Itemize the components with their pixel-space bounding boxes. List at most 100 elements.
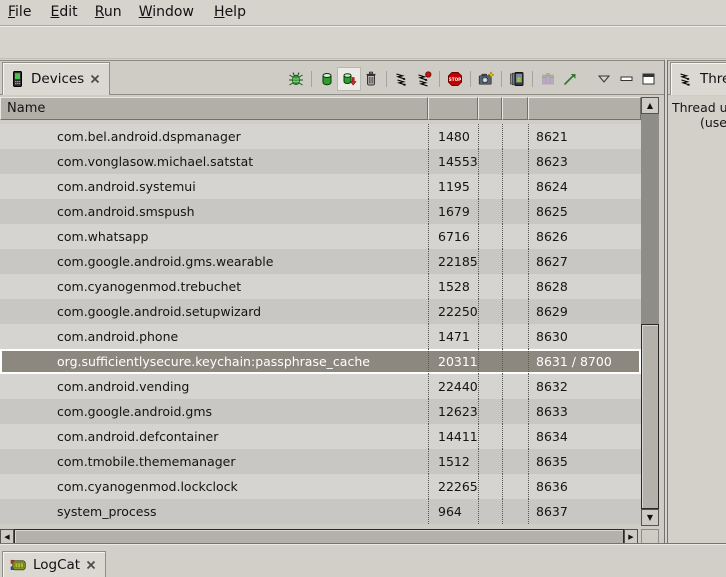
thread-indicator-cell — [502, 124, 528, 149]
dump-hprof-icon — [341, 71, 357, 87]
scroll-right-button[interactable]: ▶ — [624, 529, 638, 544]
scrollbar-corner — [641, 529, 659, 544]
process-port: 8624 — [528, 174, 641, 199]
column-header-pid[interactable] — [428, 97, 478, 120]
process-name: com.vonglasow.michael.satstat — [0, 149, 428, 174]
threads-tabbar: Threads — [668, 61, 726, 95]
thread-indicator-cell — [502, 149, 528, 174]
process-port: 8630 — [528, 324, 641, 349]
screen-capture-button[interactable] — [475, 68, 497, 90]
menu-file[interactable]: File — [8, 0, 31, 25]
process-pid: 22185 — [428, 249, 478, 274]
process-port: 8623 — [528, 149, 641, 174]
process-name: org.sufficientlysecure.keychain:passphra… — [0, 349, 428, 374]
table-row[interactable]: com.whatsapp 6716 8626 — [0, 224, 641, 249]
maximize-view-button[interactable] — [637, 68, 659, 90]
trash-icon — [363, 71, 379, 87]
table-row[interactable]: com.vonglasow.michael.satstat 14553 8623 — [0, 149, 641, 174]
heap-indicator-cell — [478, 399, 502, 424]
vertical-scrollbar[interactable]: ▲ ▼ — [641, 97, 659, 526]
vertical-scrollbar-thumb[interactable] — [641, 324, 659, 509]
heap-indicator-cell — [478, 149, 502, 174]
update-threads-button[interactable] — [391, 68, 413, 90]
thread-indicator-cell — [502, 224, 528, 249]
table-row[interactable]: com.android.vending 22440 8632 — [0, 374, 641, 399]
table-row[interactable]: com.google.android.setupwizard 22250 862… — [0, 299, 641, 324]
process-pid: 22265 — [428, 474, 478, 499]
tab-logcat[interactable]: LogCat — [2, 551, 106, 577]
menu-run[interactable]: Run — [95, 0, 122, 25]
table-row[interactable]: com.android.phone 1471 8630 — [0, 324, 641, 349]
table-row[interactable]: com.cyanogenmod.trebuchet 1528 8628 — [0, 274, 641, 299]
thread-indicator-cell — [502, 299, 528, 324]
process-port: 8621 — [528, 124, 641, 149]
table-row[interactable]: com.google.android.gms.wearable 22185 86… — [0, 249, 641, 274]
view-menu-icon — [598, 74, 610, 84]
toolbar-separator — [501, 71, 502, 87]
main-toolbar-empty — [0, 27, 726, 59]
threads-icon — [394, 71, 410, 87]
ui-hierarchy-button[interactable] — [537, 68, 559, 90]
process-pid: 12623 — [428, 399, 478, 424]
column-header-name[interactable]: Name — [0, 97, 428, 120]
menu-bar: File Edit Run Window Help — [0, 0, 726, 26]
close-icon[interactable] — [86, 560, 96, 570]
menu-edit[interactable]: Edit — [51, 0, 78, 25]
threads-content: Thread updates not enabled for selected … — [668, 96, 726, 544]
stop-process-button[interactable]: STOP — [444, 68, 466, 90]
process-pid: 14411 — [428, 424, 478, 449]
scroll-up-button[interactable]: ▲ — [641, 97, 659, 114]
process-name: com.google.android.gms.wearable — [0, 249, 428, 274]
update-heap-button[interactable] — [316, 68, 338, 90]
toolbar-separator — [439, 71, 440, 87]
close-icon[interactable] — [90, 74, 100, 84]
scroll-left-button[interactable]: ◀ — [0, 529, 14, 544]
device-screen-button[interactable] — [506, 68, 528, 90]
svg-text:STOP: STOP — [449, 77, 462, 82]
table-row[interactable]: org.sufficientlysecure.keychain:passphra… — [0, 349, 641, 374]
tab-threads[interactable]: Threads — [670, 62, 726, 95]
menu-window[interactable]: Window — [139, 0, 194, 25]
heap-indicator-cell — [478, 474, 502, 499]
process-name: com.android.phone — [0, 324, 428, 349]
heap-indicator-cell — [478, 274, 502, 299]
column-header-heap[interactable] — [478, 97, 502, 120]
process-pid: 1195 — [428, 174, 478, 199]
thread-indicator-cell — [502, 424, 528, 449]
devices-tabbar: Devices — [0, 61, 664, 95]
view-menu-button[interactable] — [593, 68, 615, 90]
thread-indicator-cell — [502, 474, 528, 499]
table-row[interactable]: com.android.defcontainer 14411 8634 — [0, 424, 641, 449]
column-header-thread[interactable] — [502, 97, 528, 120]
debug-process-button[interactable] — [285, 68, 307, 90]
table-row[interactable]: com.android.systemui 1195 8624 — [0, 174, 641, 199]
horizontal-scrollbar-thumb[interactable] — [14, 529, 624, 544]
tab-devices[interactable]: Devices — [2, 62, 110, 95]
table-row[interactable]: com.google.android.gms 12623 8633 — [0, 399, 641, 424]
process-port: 8634 — [528, 424, 641, 449]
toolbar-separator — [311, 71, 312, 87]
column-header-port[interactable] — [528, 97, 641, 120]
table-row[interactable]: com.tmobile.thememanager 1512 8635 — [0, 449, 641, 474]
table-row[interactable]: com.android.smspush 1679 8625 — [0, 199, 641, 224]
heap-indicator-cell — [478, 124, 502, 149]
devices-panel: Devices — [0, 60, 664, 543]
heap-indicator-cell — [478, 324, 502, 349]
table-row[interactable]: system_process 964 8637 — [0, 499, 641, 524]
system-info-button[interactable] — [559, 68, 581, 90]
thread-indicator-cell — [502, 349, 528, 374]
menu-help[interactable]: Help — [214, 0, 246, 25]
process-name: com.bel.android.dspmanager — [0, 124, 428, 149]
horizontal-scrollbar[interactable]: ◀ ▶ — [0, 529, 638, 544]
process-pid: 1512 — [428, 449, 478, 474]
scroll-down-button[interactable]: ▼ — [641, 509, 659, 526]
process-port: 8632 — [528, 374, 641, 399]
dump-hprof-button[interactable] — [338, 68, 360, 90]
table-row[interactable]: com.bel.android.dspmanager 1480 8621 — [0, 124, 641, 149]
table-row[interactable]: com.cyanogenmod.lockclock 22265 8636 — [0, 474, 641, 499]
start-method-profiling-button[interactable] — [413, 68, 435, 90]
process-port: 8633 — [528, 399, 641, 424]
minimize-view-button[interactable] — [615, 68, 637, 90]
cause-gc-button[interactable] — [360, 68, 382, 90]
process-port: 8625 — [528, 199, 641, 224]
